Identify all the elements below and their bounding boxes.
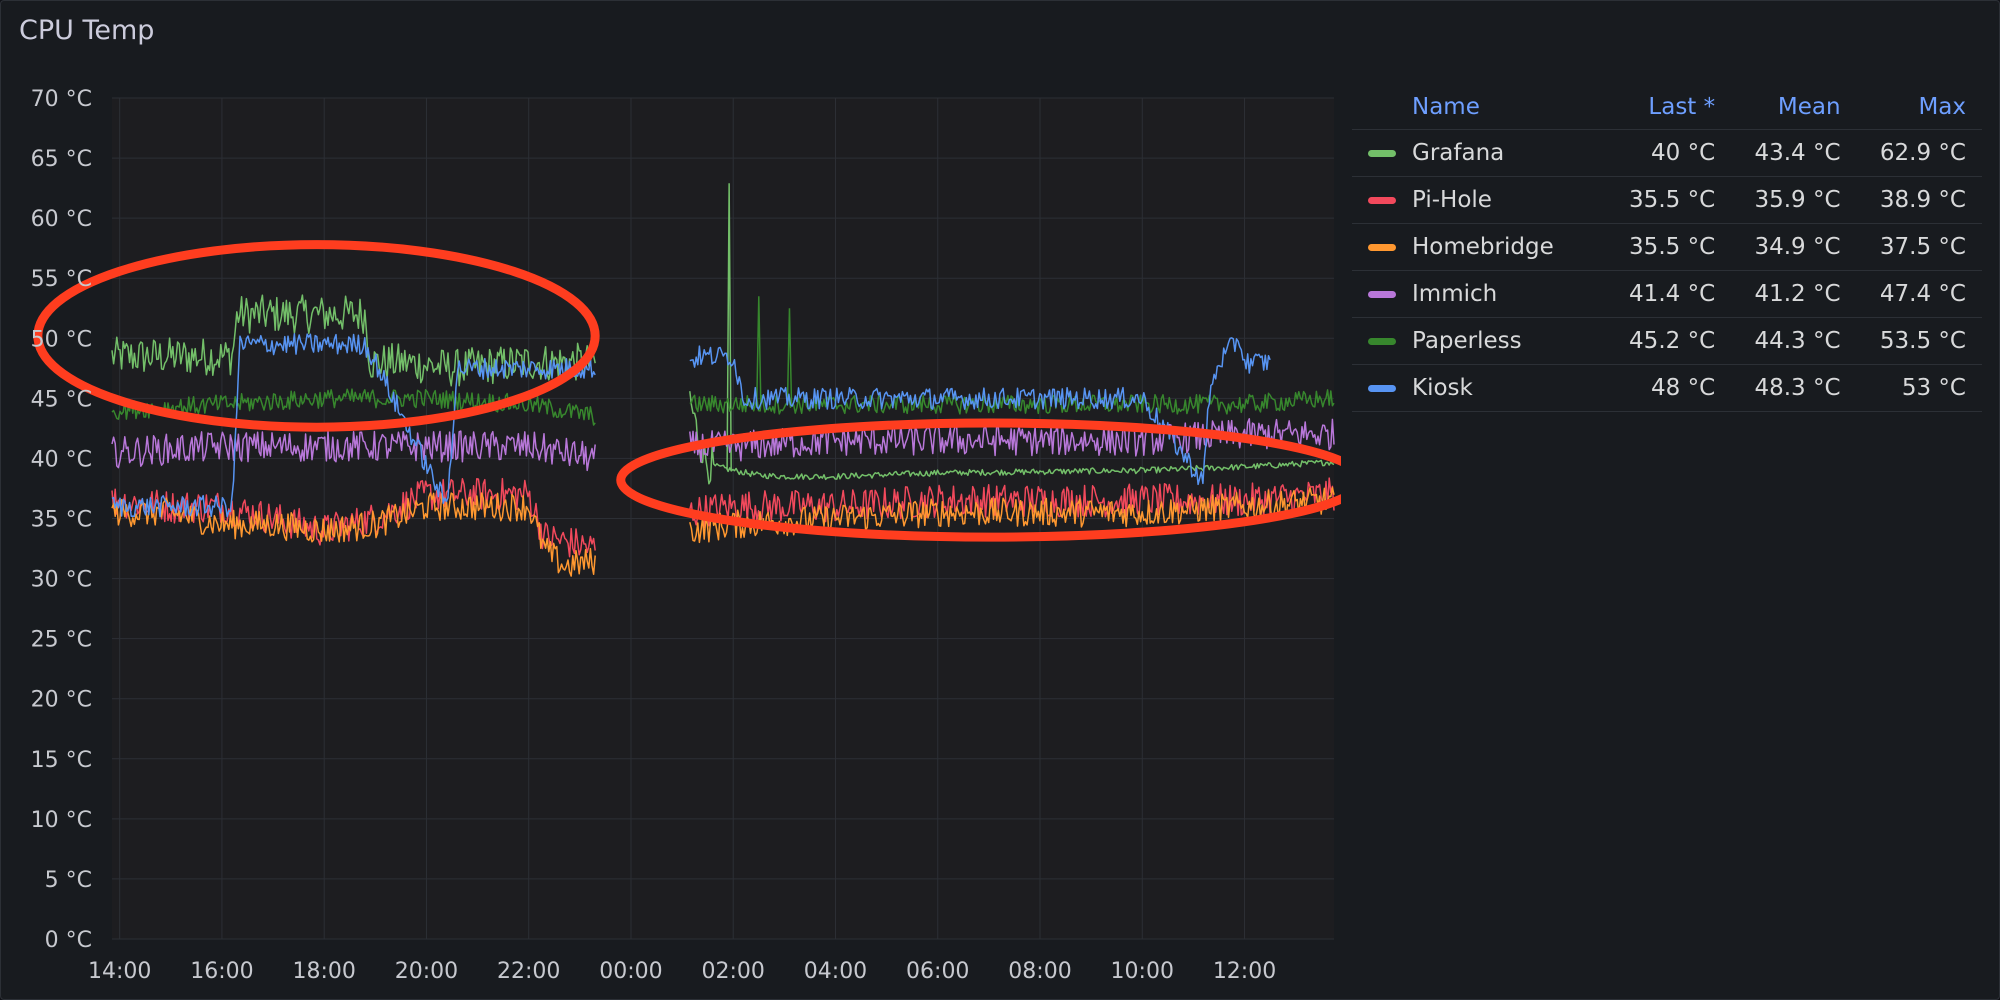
legend-row-immich[interactable]: Immich 41.4 °C 41.2 °C 47.4 °C (1352, 270, 1982, 318)
legend-last-immich: 41.4 °C (1605, 270, 1732, 318)
y-axis: 0 °C 5 °C 10 °C 15 °C 20 °C 25 °C 30 °C 35 °C 40… (31, 87, 92, 953)
legend-max-grafana: 62.9 °C (1856, 129, 1982, 177)
legend-max-immich: 47.4 °C (1856, 270, 1982, 318)
y-tick-label: 45 °C (31, 387, 92, 412)
legend-name-paperless[interactable]: Paperless (1412, 317, 1606, 365)
x-tick-label: 20:00 (395, 959, 458, 984)
legend-max-kiosk: 53 °C (1856, 364, 1982, 412)
legend-swatch-pi-hole (1368, 197, 1396, 204)
x-axis: 14:00 16:00 18:00 20:00 22:00 00:00 02:00 04:00… (88, 959, 1276, 984)
y-tick-label: 25 °C (31, 628, 92, 653)
legend-last-homebridge: 35.5 °C (1605, 223, 1732, 271)
legend-mean-immich: 41.2 °C (1731, 270, 1857, 318)
legend-header-name[interactable]: Name (1412, 85, 1606, 130)
x-tick-label: 16:00 (190, 959, 253, 984)
legend-mean-kiosk: 48.3 °C (1731, 364, 1857, 412)
cpu-temp-panel: CPU Temp 0 °C 5 °C 10 °C 15 °C 20 °C 25 °C 30 … (0, 0, 2000, 1000)
legend-name-immich[interactable]: Immich (1412, 270, 1606, 318)
legend-last-paperless: 45.2 °C (1605, 317, 1732, 365)
legend-swatch-immich (1368, 291, 1396, 298)
legend-mean-paperless: 44.3 °C (1731, 317, 1857, 365)
y-tick-label: 65 °C (31, 147, 92, 172)
legend-swatch-kiosk (1368, 385, 1396, 392)
legend-row-homebridge[interactable]: Homebridge 35.5 °C 34.9 °C 37.5 °C (1352, 223, 1982, 271)
x-tick-label: 04:00 (804, 959, 867, 984)
y-tick-label: 50 °C (31, 327, 92, 352)
y-tick-label: 5 °C (45, 868, 92, 893)
y-tick-label: 30 °C (31, 568, 92, 593)
legend-swatch-homebridge (1368, 244, 1396, 251)
legend-mean-pi-hole: 35.9 °C (1731, 176, 1857, 224)
x-tick-label: 22:00 (497, 959, 560, 984)
x-tick-label: 00:00 (599, 959, 662, 984)
legend-max-pi-hole: 38.9 °C (1856, 176, 1982, 224)
legend-name-grafana[interactable]: Grafana (1412, 129, 1606, 177)
y-tick-label: 70 °C (31, 87, 92, 112)
legend-header-max[interactable]: Max (1856, 85, 1982, 130)
legend-mean-homebridge: 34.9 °C (1731, 223, 1857, 271)
x-tick-label: 10:00 (1111, 959, 1174, 984)
x-tick-label: 18:00 (292, 959, 355, 984)
legend-swatch-grafana (1368, 150, 1396, 157)
legend-row-kiosk[interactable]: Kiosk 48 °C 48.3 °C 53 °C (1352, 364, 1982, 412)
legend-last-kiosk: 48 °C (1605, 364, 1732, 412)
legend-row-grafana[interactable]: Grafana 40 °C 43.4 °C 62.9 °C (1352, 129, 1982, 177)
x-tick-label: 06:00 (906, 959, 969, 984)
x-tick-label: 12:00 (1213, 959, 1276, 984)
y-tick-label: 0 °C (45, 928, 92, 953)
legend-mean-grafana: 43.4 °C (1731, 129, 1857, 177)
y-tick-label: 20 °C (31, 688, 92, 713)
legend-header-row: Name Last * Mean Max (1352, 85, 1982, 130)
x-tick-label: 02:00 (702, 959, 765, 984)
x-tick-label: 14:00 (88, 959, 151, 984)
legend-swatch-paperless (1368, 338, 1396, 345)
legend-swatch-header (1352, 85, 1412, 130)
legend-row-paperless[interactable]: Paperless 45.2 °C 44.3 °C 53.5 °C (1352, 317, 1982, 365)
legend-name-kiosk[interactable]: Kiosk (1412, 364, 1606, 412)
legend-header-last[interactable]: Last * (1605, 85, 1732, 130)
y-tick-label: 55 °C (31, 267, 92, 292)
legend-row-pi-hole[interactable]: Pi-Hole 35.5 °C 35.9 °C 38.9 °C (1352, 176, 1982, 224)
legend-max-paperless: 53.5 °C (1856, 317, 1982, 365)
legend-table: Name Last * Mean Max Grafana 40 °C 43.4 … (1352, 85, 1982, 412)
x-tick-label: 08:00 (1008, 959, 1071, 984)
legend-name-homebridge[interactable]: Homebridge (1412, 223, 1606, 271)
y-tick-label: 40 °C (31, 447, 92, 472)
legend-name-pi-hole[interactable]: Pi-Hole (1412, 176, 1606, 224)
y-tick-label: 35 °C (31, 508, 92, 533)
legend-last-grafana: 40 °C (1605, 129, 1732, 177)
legend-last-pi-hole: 35.5 °C (1605, 176, 1732, 224)
y-tick-label: 10 °C (31, 808, 92, 833)
legend-header-mean[interactable]: Mean (1731, 85, 1857, 130)
legend-max-homebridge: 37.5 °C (1856, 223, 1982, 271)
cpu-temp-chart[interactable]: 0 °C 5 °C 10 °C 15 °C 20 °C 25 °C 30 °C 35 °C 40… (1, 1, 1341, 999)
y-tick-label: 15 °C (31, 748, 92, 773)
y-tick-label: 60 °C (31, 207, 92, 232)
